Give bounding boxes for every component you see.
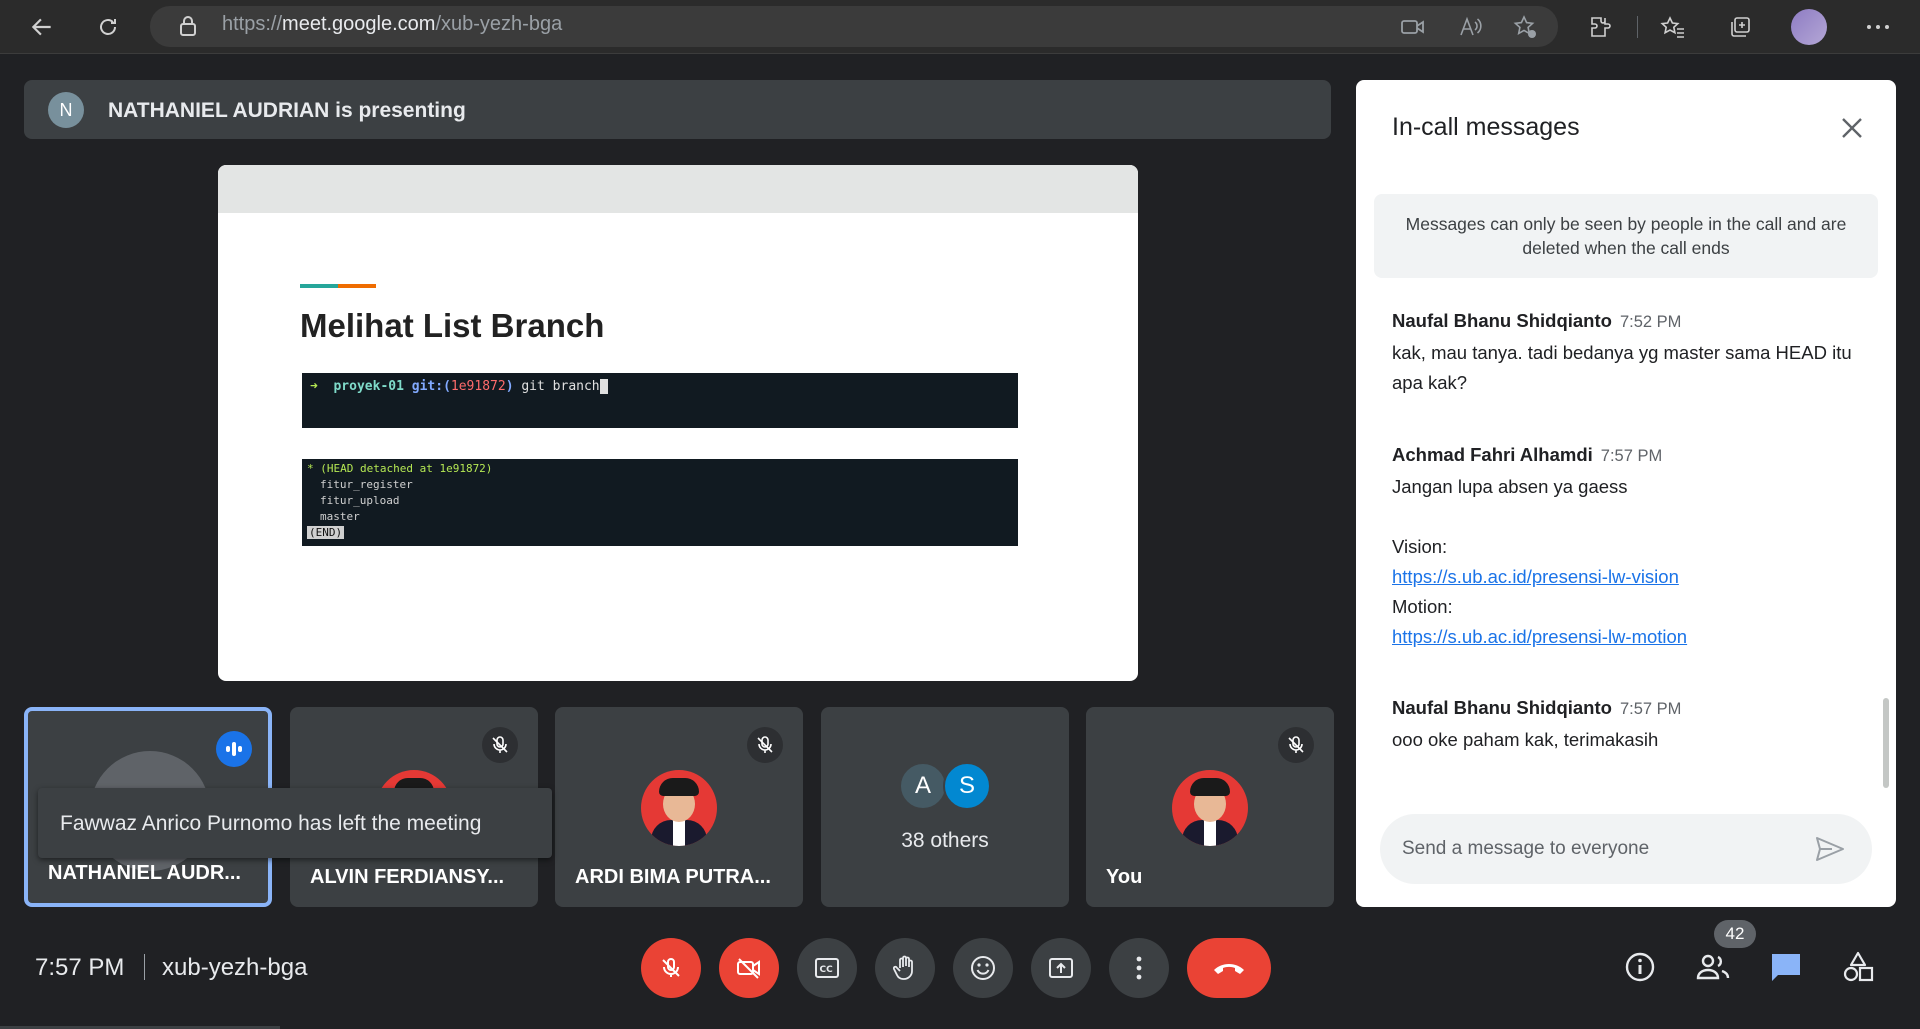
captions-button[interactable]: CC bbox=[797, 938, 857, 998]
terminal-line: * (HEAD detached at 1e91872) bbox=[307, 462, 493, 475]
chat-panel: In-call messages Messages can only be se… bbox=[1356, 80, 1896, 907]
participant-name: NATHANIEL AUDR... bbox=[48, 862, 241, 884]
activities-icon[interactable] bbox=[1836, 945, 1880, 989]
left-meeting-toast: Fawwaz Anrico Purnomo has left the meeti… bbox=[38, 788, 552, 858]
slide-accent-line bbox=[300, 284, 376, 288]
participant-avatar bbox=[641, 770, 717, 846]
prompt-git-close: ) bbox=[505, 379, 514, 394]
prompt-arrow: ➜ bbox=[310, 379, 318, 394]
presentation-slide: Melihat List Branch ➜ proyek-01 git:(1e9… bbox=[218, 165, 1138, 681]
toast-text: Fawwaz Anrico Purnomo has left the meeti… bbox=[60, 812, 482, 835]
mic-off-icon bbox=[747, 727, 783, 763]
people-icon[interactable] bbox=[1691, 945, 1735, 989]
others-tile[interactable]: A S 38 others bbox=[821, 707, 1069, 907]
add-favorite-icon[interactable] bbox=[1509, 11, 1541, 43]
prompt-dir: proyek-01 bbox=[333, 379, 404, 394]
message-text: Motion: bbox=[1392, 596, 1453, 617]
close-icon[interactable] bbox=[1834, 110, 1870, 146]
profile-avatar[interactable] bbox=[1791, 9, 1827, 45]
speaking-indicator-icon bbox=[216, 731, 252, 767]
slide-header-strip bbox=[218, 165, 1138, 213]
others-count: 38 others bbox=[901, 829, 989, 852]
slide-title: Melihat List Branch bbox=[300, 307, 605, 344]
more-menu-icon[interactable] bbox=[1862, 11, 1894, 43]
message-sender: Naufal Bhanu Shidqianto bbox=[1392, 310, 1612, 331]
terminal-line: fitur_upload bbox=[320, 494, 400, 507]
message-link[interactable]: https://s.ub.ac.id/presensi-lw-motion bbox=[1392, 622, 1852, 652]
present-screen-button[interactable] bbox=[1031, 938, 1091, 998]
read-aloud-icon[interactable] bbox=[1454, 11, 1486, 43]
divider bbox=[144, 954, 145, 980]
self-avatar bbox=[1172, 770, 1248, 846]
message-text: Jangan lupa absen ya gaess bbox=[1392, 476, 1628, 497]
chat-message-input[interactable] bbox=[1402, 834, 1802, 864]
others-avatar: A bbox=[899, 762, 947, 810]
terminal-end: (END) bbox=[307, 526, 345, 539]
prompt-hash: 1e91872 bbox=[450, 379, 506, 394]
self-tile[interactable]: You bbox=[1086, 707, 1334, 907]
meeting-time: 7:57 PM bbox=[35, 954, 125, 981]
collections-icon[interactable] bbox=[1724, 11, 1756, 43]
chat-message: Naufal Bhanu Shidqianto 7:57 PM ooo oke p… bbox=[1392, 697, 1852, 755]
participant-tile[interactable]: ARDI BIMA PUTRA... bbox=[555, 707, 803, 907]
camera-toggle-button[interactable] bbox=[719, 938, 779, 998]
emoji-button[interactable] bbox=[953, 938, 1013, 998]
chat-scrollbar[interactable] bbox=[1883, 698, 1889, 788]
favorites-icon[interactable] bbox=[1657, 11, 1689, 43]
extensions-icon[interactable] bbox=[1584, 11, 1616, 43]
meeting-details-icon[interactable] bbox=[1618, 945, 1662, 989]
message-sender: Achmad Fahri Alhamdi bbox=[1392, 444, 1593, 465]
chat-input-container bbox=[1380, 814, 1872, 884]
prompt-command: git branch bbox=[521, 379, 600, 394]
terminal-output: * (HEAD detached at 1e91872) fitur_regis… bbox=[302, 459, 1018, 546]
terminal-line: fitur_register bbox=[320, 478, 413, 491]
send-icon[interactable] bbox=[1812, 831, 1848, 867]
others-avatar: S bbox=[943, 762, 991, 810]
leave-call-button[interactable] bbox=[1187, 938, 1271, 998]
message-text: Vision: bbox=[1392, 536, 1448, 557]
terminal-line: master bbox=[320, 510, 360, 523]
back-icon[interactable] bbox=[26, 11, 58, 43]
browser-toolbar: https://meet.google.com/xub-yezh-bga bbox=[0, 0, 1920, 54]
svg-text:CC: CC bbox=[820, 965, 834, 975]
mic-off-icon bbox=[482, 727, 518, 763]
camera-icon[interactable] bbox=[1397, 11, 1429, 43]
url-host: meet.google.com bbox=[282, 13, 436, 35]
message-time: 7:57 PM bbox=[1600, 447, 1663, 465]
participant-count-badge: 42 bbox=[1714, 920, 1756, 948]
message-time: 7:52 PM bbox=[1619, 313, 1682, 331]
participant-name: You bbox=[1106, 866, 1143, 888]
message-text: ooo oke paham kak, terimakasih bbox=[1392, 729, 1659, 750]
presenting-banner: N NATHANIEL AUDRIAN is presenting bbox=[24, 80, 1331, 139]
prompt-git: git:( bbox=[411, 379, 451, 394]
meeting-code: xub-yezh-bga bbox=[162, 954, 308, 981]
url-text[interactable]: https://meet.google.com/xub-yezh-bga bbox=[222, 13, 562, 36]
url-path: /xub-yezh-bga bbox=[435, 13, 563, 35]
chat-message: Naufal Bhanu Shidqianto 7:52 PM kak, mau … bbox=[1392, 310, 1852, 398]
mic-toggle-button[interactable] bbox=[641, 938, 701, 998]
raise-hand-button[interactable] bbox=[875, 938, 935, 998]
participant-name: ALVIN FERDIANSY... bbox=[310, 866, 505, 888]
chat-privacy-notice: Messages can only be seen by people in t… bbox=[1374, 194, 1878, 278]
chat-title: In-call messages bbox=[1392, 113, 1580, 141]
participant-name: ARDI BIMA PUTRA... bbox=[575, 866, 771, 888]
presenter-avatar: N bbox=[48, 92, 84, 128]
message-link[interactable]: https://s.ub.ac.id/presensi-lw-vision bbox=[1392, 562, 1852, 592]
message-text: kak, mau tanya. tadi bedanya yg master s… bbox=[1392, 342, 1852, 393]
url-scheme: https:// bbox=[222, 13, 283, 35]
lock-icon bbox=[172, 10, 204, 42]
message-sender: Naufal Bhanu Shidqianto bbox=[1392, 697, 1612, 718]
toolbar-divider bbox=[1637, 16, 1638, 38]
refresh-icon[interactable] bbox=[92, 11, 124, 43]
chat-message: Achmad Fahri Alhamdi 7:57 PM Jangan lupa … bbox=[1392, 444, 1852, 652]
message-time: 7:57 PM bbox=[1619, 700, 1682, 718]
terminal-cursor bbox=[599, 379, 608, 394]
chat-icon[interactable] bbox=[1764, 945, 1808, 989]
terminal-command: ➜ proyek-01 git:(1e91872) git branch bbox=[302, 373, 1018, 428]
more-options-button[interactable] bbox=[1109, 938, 1169, 998]
mic-off-icon bbox=[1278, 727, 1314, 763]
presenting-text: NATHANIEL AUDRIAN is presenting bbox=[108, 99, 466, 122]
